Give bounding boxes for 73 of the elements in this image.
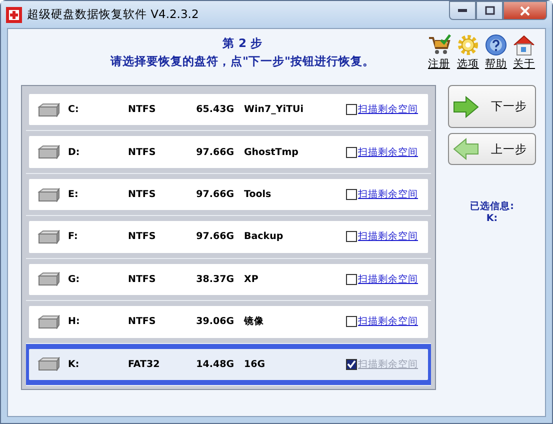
hard-drive-icon [37, 272, 61, 286]
file-system: NTFS [128, 316, 157, 328]
close-icon [520, 6, 530, 16]
volume-label: 16G [243, 358, 266, 370]
step-title: 第 2 步 [222, 36, 262, 51]
drive-letter: H: [67, 316, 81, 328]
drive-size: 39.06G [195, 316, 234, 328]
app-logo-icon [6, 6, 22, 22]
scan-free-space-link[interactable]: 扫描剩余空间 [358, 272, 418, 286]
scan-checkbox[interactable] [346, 358, 357, 370]
scan-checkbox[interactable] [346, 146, 357, 158]
file-system: FAT32 [128, 358, 161, 370]
drive-letter: G: [67, 274, 81, 285]
instruction-text: 请选择要恢复的盘符，点"下一步"按钮进行恢复。 [110, 54, 374, 69]
window-title: 超级硬盘数据恢复软件 V4.2.3.2 [27, 7, 200, 22]
minimize-icon [458, 8, 467, 12]
file-system: NTFS [128, 189, 157, 200]
hard-drive-icon [37, 188, 61, 202]
drive-letter: F: [67, 231, 79, 242]
scan-free-space-link[interactable]: 扫描剩余空间 [358, 230, 418, 244]
hard-drive-icon [37, 230, 61, 244]
next-step-button[interactable]: 下一步 [448, 85, 536, 128]
hard-drive-icon [37, 102, 61, 117]
register-button[interactable]: 注册 [427, 34, 451, 79]
scan-checkbox[interactable] [346, 274, 357, 285]
file-system: NTFS [128, 146, 157, 158]
options-button[interactable]: 选项 [457, 34, 479, 79]
volume-label: Win7_YiTUi [243, 104, 304, 116]
file-system: NTFS [128, 104, 157, 116]
house-icon [513, 34, 535, 56]
help-button[interactable]: 帮助 [485, 34, 507, 79]
scan-checkbox[interactable] [346, 231, 357, 242]
drive-size: 97.66G [195, 231, 234, 242]
left-arrow-icon [453, 138, 479, 160]
close-button[interactable] [503, 1, 547, 20]
selected-info-value: K: [486, 213, 498, 224]
volume-label: 镜像 [242, 315, 265, 328]
scan-free-space-link[interactable]: 扫描剩余空间 [358, 315, 418, 328]
gear-icon [457, 34, 479, 56]
volume-label: Backup [243, 231, 284, 242]
drive-letter: K: [67, 358, 80, 370]
about-button[interactable]: 关于 [513, 34, 535, 79]
scan-checkbox[interactable] [346, 316, 357, 328]
drive-size: 65.43G [195, 104, 234, 116]
file-system: NTFS [128, 274, 157, 285]
cart-icon [427, 34, 451, 56]
scan-free-space-link[interactable]: 扫描剩余空间 [358, 188, 418, 202]
volume-label: Tools [243, 189, 272, 200]
volume-label: GhostTmp [243, 146, 300, 158]
hard-drive-icon [37, 145, 61, 160]
drive-size: 97.66G [195, 189, 234, 200]
hard-drive-icon [37, 357, 61, 372]
scan-free-space-link[interactable]: 扫描剩余空间 [358, 103, 418, 116]
help-icon [485, 34, 507, 56]
minimize-button[interactable] [449, 1, 476, 20]
drive-size: 14.48G [195, 358, 234, 370]
maximize-icon [484, 6, 494, 15]
previous-step-button[interactable]: 上一步 [448, 133, 536, 165]
maximize-button[interactable] [476, 1, 503, 20]
drive-letter: C: [67, 104, 80, 116]
volume-label: XP [243, 274, 260, 285]
scan-checkbox[interactable] [346, 104, 357, 116]
drive-letter: D: [67, 146, 81, 158]
disk-row[interactable]: K: FAT32 14.48G 16G 扫描剩余空间 [26, 344, 431, 386]
hard-drive-icon [37, 314, 61, 329]
right-arrow-icon [453, 96, 479, 118]
drive-letter: E: [67, 189, 80, 200]
drive-size: 38.37G [195, 274, 234, 285]
scan-free-space-link[interactable]: 扫描剩余空间 [358, 146, 418, 159]
drive-size: 97.66G [195, 146, 234, 158]
selected-info-label: 已选信息: [470, 200, 514, 213]
scan-checkbox[interactable] [346, 189, 357, 200]
file-system: NTFS [128, 231, 157, 242]
